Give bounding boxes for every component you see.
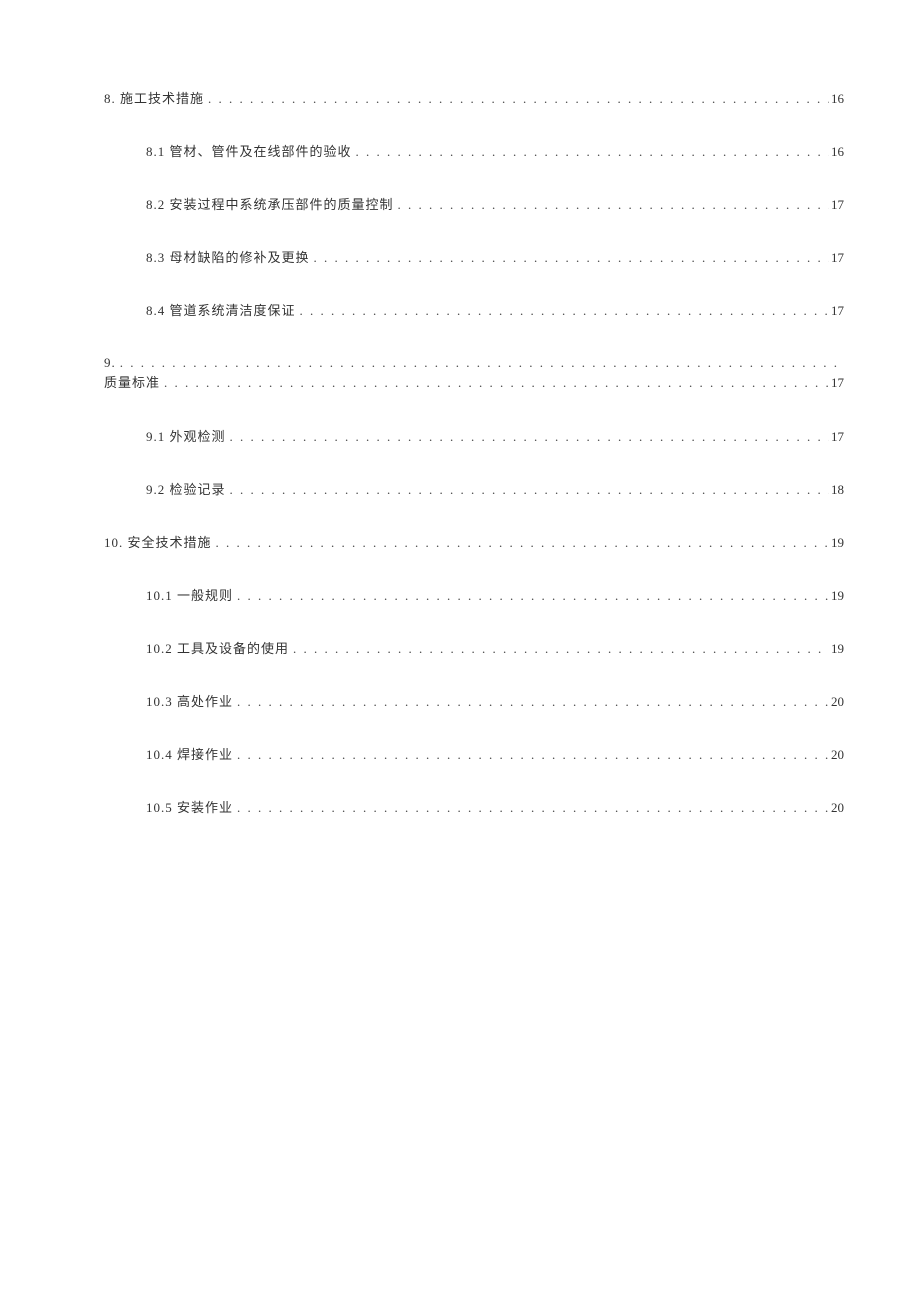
- toc-page-number: 17: [829, 197, 844, 213]
- toc-entry: 9.2 检验记录 18: [146, 479, 844, 498]
- toc-leader-dots: [233, 588, 829, 604]
- toc-leader-dots: [204, 91, 829, 107]
- toc-page-number: 17: [829, 303, 844, 319]
- toc-leader-dots: [289, 641, 829, 657]
- toc-leader-dots: [233, 747, 829, 763]
- toc-entry: 8. 施工技术措施 16: [104, 88, 844, 107]
- toc-leader-dots: [226, 429, 829, 445]
- toc-entry: 10.2 工具及设备的使用 19: [146, 638, 844, 657]
- table-of-contents: 8. 施工技术措施 16 8.1 管材、管件及在线部件的验收 16 8.2 安装…: [104, 88, 844, 816]
- toc-leader-dots: [160, 373, 829, 393]
- toc-entry: 8.2 安装过程中系统承压部件的质量控制 17: [146, 194, 844, 213]
- toc-entry-wrapped: 9. 质量标准 17: [104, 353, 844, 392]
- toc-leader-dots: [310, 250, 829, 266]
- toc-page-number: 17: [829, 250, 844, 266]
- toc-page-number: 19: [829, 535, 844, 551]
- toc-page-number: 18: [829, 482, 844, 498]
- toc-entry: 8.1 管材、管件及在线部件的验收 16: [146, 141, 844, 160]
- toc-label: 8. 施工技术措施: [104, 88, 204, 107]
- toc-page-number: 20: [829, 747, 844, 763]
- toc-page-number: 16: [829, 144, 844, 160]
- toc-leader-dots: [394, 197, 829, 213]
- toc-label: 8.1 管材、管件及在线部件的验收: [146, 141, 352, 160]
- toc-entry: 10.4 焊接作业 20: [146, 744, 844, 763]
- toc-label: 8.4 管道系统清洁度保证: [146, 300, 296, 319]
- toc-leader-dots: [233, 800, 829, 816]
- toc-leader-dots: [233, 694, 829, 710]
- toc-page-number: 20: [829, 800, 844, 816]
- toc-label: 10.4 焊接作业: [146, 744, 233, 763]
- toc-label: 8.2 安装过程中系统承压部件的质量控制: [146, 194, 394, 213]
- toc-page-number: 20: [829, 694, 844, 710]
- toc-page-number: 19: [829, 588, 844, 604]
- toc-label: 9.1 外观检测: [146, 426, 226, 445]
- toc-entry: 9.1 外观检测 17: [146, 426, 844, 445]
- toc-entry: 10. 安全技术措施 19: [104, 532, 844, 551]
- toc-leader-dots: [296, 303, 829, 319]
- toc-page-number: 16: [829, 91, 844, 107]
- toc-leader-dots: [352, 144, 829, 160]
- toc-page-number: 17: [829, 373, 844, 393]
- toc-label: 9.2 检验记录: [146, 479, 226, 498]
- toc-label: 10.2 工具及设备的使用: [146, 638, 289, 657]
- toc-leader-dots: [212, 535, 829, 551]
- toc-page-number: 19: [829, 641, 844, 657]
- toc-label: 9.: [104, 353, 116, 373]
- toc-label: 10.5 安装作业: [146, 797, 233, 816]
- toc-page-number: 17: [829, 429, 844, 445]
- toc-entry: 10.3 高处作业 20: [146, 691, 844, 710]
- toc-label: 10. 安全技术措施: [104, 532, 212, 551]
- toc-entry: 10.1 一般规则 19: [146, 585, 844, 604]
- toc-label: 质量标准: [104, 373, 160, 393]
- toc-entry: 8.3 母材缺陷的修补及更换 17: [146, 247, 844, 266]
- toc-leader-dots: [226, 482, 829, 498]
- toc-leader-dots: [116, 353, 844, 373]
- toc-label: 8.3 母材缺陷的修补及更换: [146, 247, 310, 266]
- toc-label: 10.3 高处作业: [146, 691, 233, 710]
- toc-entry: 10.5 安装作业 20: [146, 797, 844, 816]
- toc-label: 10.1 一般规则: [146, 585, 233, 604]
- toc-entry: 8.4 管道系统清洁度保证 17: [146, 300, 844, 319]
